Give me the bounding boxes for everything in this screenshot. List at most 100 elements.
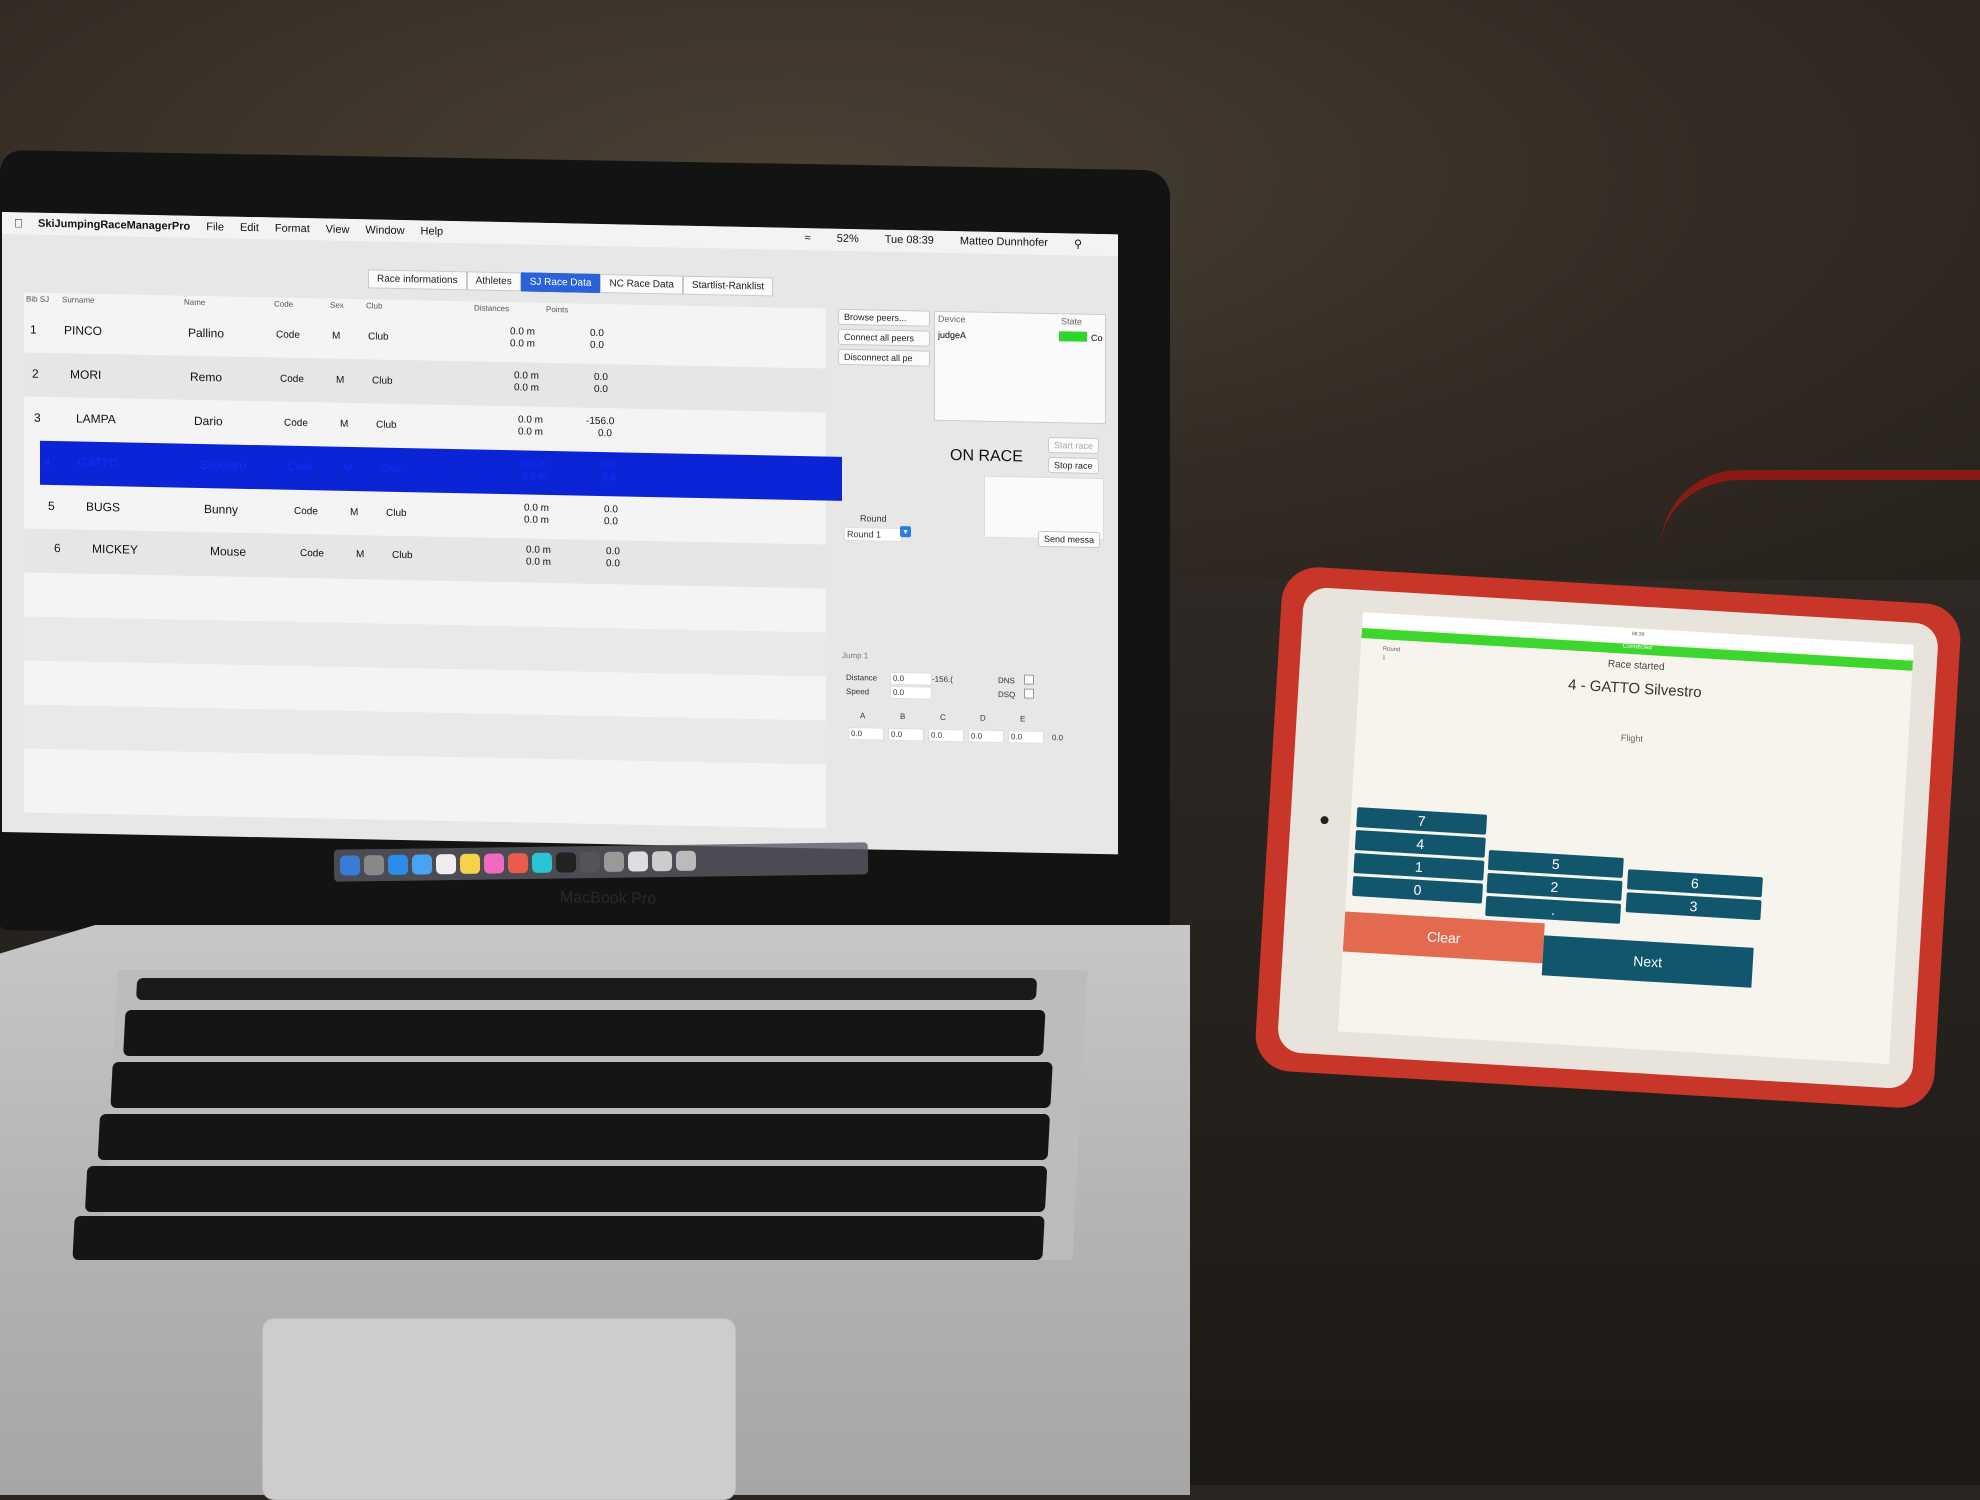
trackpad[interactable]: [262, 1318, 736, 1500]
tab-athletes[interactable]: Athletes: [466, 271, 521, 292]
trash-icon[interactable]: [675, 850, 697, 871]
speed-input[interactable]: 0.0: [890, 685, 932, 700]
tab-startlist-ranklist[interactable]: Startlist-Ranklist: [682, 275, 774, 297]
laptop-screen:  SkiJumpingRaceManagerPro File Edit For…: [2, 212, 1118, 855]
browse-peers-button[interactable]: Browse peers...: [838, 308, 930, 327]
menu-format[interactable]: Format: [275, 222, 310, 235]
mode-label: Flight: [1620, 732, 1644, 744]
judge-input-b[interactable]: 0.0: [888, 727, 924, 742]
menu-view[interactable]: View: [326, 223, 350, 235]
ipad-case: 08:39 Connected Round 1 Race started 4 -…: [1253, 565, 1963, 1110]
cell-club: Club: [392, 549, 413, 562]
cell-name: Pallino: [188, 325, 225, 341]
top-letter-row[interactable]: [110, 1062, 1053, 1108]
key-0[interactable]: 0: [1352, 875, 1484, 904]
cell-bib: 6: [54, 541, 61, 556]
key-dot[interactable]: .: [1485, 895, 1622, 924]
header-name[interactable]: Name: [184, 298, 205, 307]
dropdown-arrow-icon[interactable]: ▾: [900, 526, 911, 538]
function-key-row[interactable]: [136, 978, 1038, 1000]
number-key-row[interactable]: [123, 1010, 1046, 1056]
header-sex[interactable]: Sex: [330, 301, 344, 310]
menu-window[interactable]: Window: [365, 224, 404, 237]
cell-sex: M: [332, 330, 341, 342]
next-button[interactable]: Next: [1541, 935, 1754, 988]
cell-club: Club: [368, 331, 389, 343]
bottom-letter-row[interactable]: [84, 1166, 1048, 1212]
tab-sj-race-data[interactable]: SJ Race Data: [520, 272, 601, 294]
cell-points-2: 0.0: [590, 339, 604, 352]
cell-club: Club: [386, 507, 407, 520]
side-panel: Browse peers... Connect all peers Discon…: [838, 308, 1108, 834]
send-message-button[interactable]: Send messa: [1038, 530, 1101, 549]
battery-percent[interactable]: 52%: [837, 233, 859, 246]
notes-icon[interactable]: [459, 853, 481, 874]
home-letter-row[interactable]: [97, 1114, 1051, 1160]
calendar-icon[interactable]: [435, 854, 457, 875]
judge-input-a[interactable]: 0.0: [848, 726, 884, 741]
round-select[interactable]: Round 1: [844, 526, 902, 543]
app-name[interactable]: SkiJumpingRaceManagerPro: [38, 218, 190, 233]
cell-distance-2: 0.0 m: [510, 338, 536, 350]
cell-points-1: 0.0: [590, 327, 604, 340]
cell-code: Code: [300, 547, 324, 560]
music-icon[interactable]: [483, 853, 505, 874]
apple-menu-icon[interactable]: : [14, 216, 23, 230]
appstore-icon[interactable]: [387, 854, 409, 875]
clear-button[interactable]: Clear: [1342, 911, 1545, 964]
tab-nc-race-data[interactable]: NC Race Data: [600, 274, 683, 295]
cell-club: Club: [376, 419, 397, 431]
empty-row: [24, 704, 826, 765]
spotlight-icon[interactable]: ⚲: [1074, 238, 1082, 251]
connect-peers-button[interactable]: Connect all peers: [838, 328, 930, 347]
xcode-icon[interactable]: [603, 851, 625, 872]
messages-icon[interactable]: [531, 852, 553, 873]
judge-label-d: D: [980, 713, 986, 723]
judge-label-c: C: [940, 712, 946, 722]
judge-input-c[interactable]: 0.0: [928, 728, 964, 743]
start-race-button[interactable]: Start race: [1048, 436, 1100, 455]
space-bar-row[interactable]: [72, 1216, 1045, 1260]
cell-club: Club: [372, 375, 393, 387]
document-icon[interactable]: [627, 851, 649, 872]
cell-distance-2: 0.0 m: [518, 426, 544, 438]
clock[interactable]: Tue 08:39: [885, 234, 934, 248]
device-state: Co: [1091, 332, 1103, 344]
header-club[interactable]: Club: [366, 301, 382, 310]
terminal-icon[interactable]: [555, 852, 577, 873]
launchpad-icon[interactable]: [363, 855, 385, 876]
judge-input-d[interactable]: 0.0: [968, 729, 1004, 744]
tab-bar: Race informations Athletes SJ Race Data …: [368, 269, 774, 297]
dns-checkbox[interactable]: [1024, 674, 1034, 685]
header-points[interactable]: Points: [546, 305, 568, 314]
cell-sex: M: [340, 418, 349, 430]
finder-icon[interactable]: [339, 855, 361, 876]
header-bib[interactable]: Bib SJ: [26, 294, 49, 303]
disconnect-peers-button[interactable]: Disconnect all pe: [838, 348, 930, 367]
menu-help[interactable]: Help: [421, 225, 444, 237]
wifi-icon[interactable]: ≈: [805, 232, 811, 245]
judge-label-b: B: [900, 712, 906, 722]
safari-icon[interactable]: [411, 854, 433, 875]
header-surname[interactable]: Surname: [62, 295, 94, 305]
user-name[interactable]: Matteo Dunnhofer: [960, 235, 1048, 250]
dsq-checkbox[interactable]: [1024, 688, 1034, 699]
device-name: judgeA: [938, 329, 967, 341]
tab-race-informations[interactable]: Race informations: [368, 269, 467, 291]
menu-file[interactable]: File: [206, 221, 224, 233]
key-3[interactable]: 3: [1625, 892, 1762, 921]
cell-distance-2: 0.0 m: [522, 470, 548, 482]
settings-icon[interactable]: [579, 852, 601, 873]
photos-icon[interactable]: [507, 853, 529, 874]
header-code[interactable]: Code: [274, 299, 293, 308]
menu-edit[interactable]: Edit: [240, 222, 259, 234]
cell-bib: 1: [30, 322, 37, 337]
cell-sex: M: [336, 374, 345, 386]
stop-race-button[interactable]: Stop race: [1048, 456, 1099, 475]
header-distances[interactable]: Distances: [474, 303, 509, 313]
device-list[interactable]: Device State judgeA Co: [934, 310, 1106, 425]
judge-input-e[interactable]: 0.0: [1008, 730, 1044, 744]
distance-input[interactable]: 0.0: [890, 671, 932, 686]
folder-icon[interactable]: [651, 851, 673, 872]
cell-surname: GATTO: [78, 455, 119, 471]
